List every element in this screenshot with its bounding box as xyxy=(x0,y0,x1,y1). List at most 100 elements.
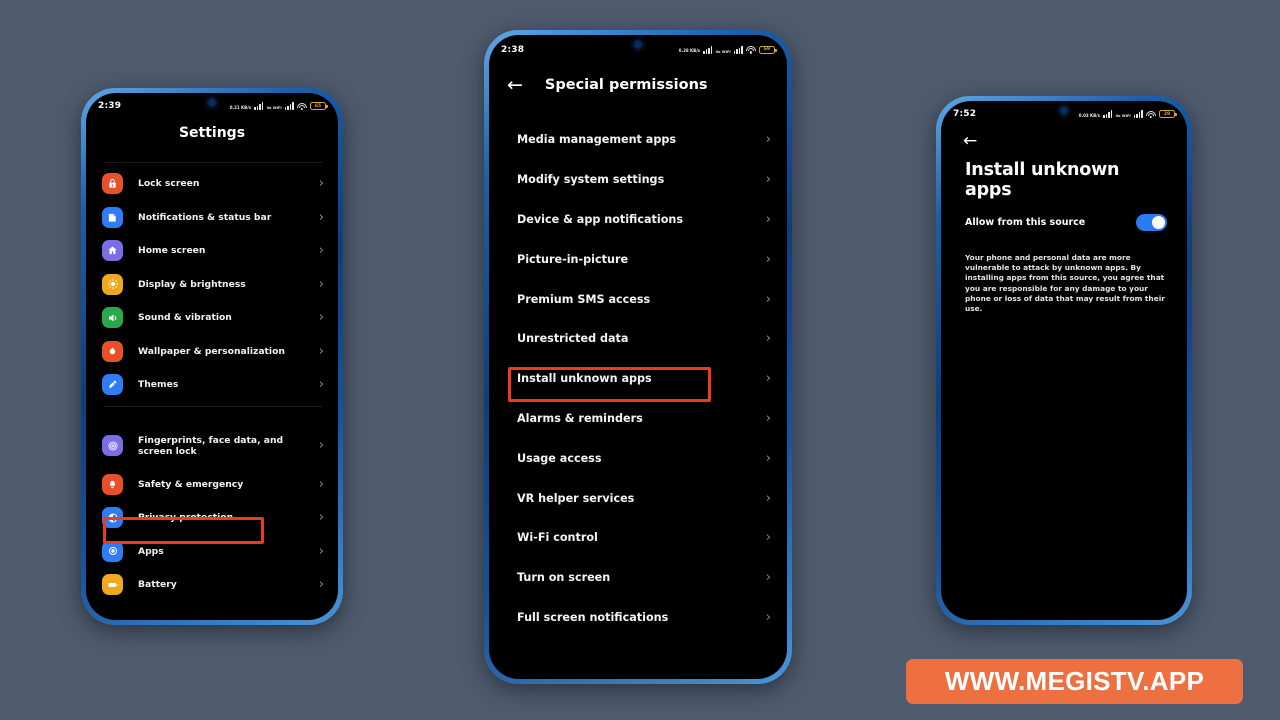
home-icon xyxy=(102,240,123,262)
notifications-icon xyxy=(102,206,123,228)
chevron-right-icon: › xyxy=(318,343,324,359)
battery-settings-icon xyxy=(102,574,123,596)
battery-icon: 69 xyxy=(759,45,777,54)
list-item[interactable]: VR helper services › xyxy=(517,478,771,518)
list-item[interactable]: Picture-in-picture › xyxy=(517,239,771,279)
settings-list-group-1: Lock screen › Notifications & status bar… xyxy=(86,162,338,602)
list-item[interactable]: Alarms & reminders › xyxy=(517,399,771,439)
list-item[interactable]: Full screen notifications › xyxy=(517,598,771,638)
chevron-right-icon: › xyxy=(765,450,771,466)
status-clock: 7:52 xyxy=(953,109,977,119)
chevron-right-icon: › xyxy=(318,176,324,192)
chevron-right-icon: › xyxy=(765,172,771,188)
list-item-label: Display & brightness xyxy=(138,278,246,290)
chevron-right-icon: › xyxy=(765,490,771,506)
list-item[interactable]: Modify system settings › xyxy=(517,160,771,200)
signal-bars-2-icon xyxy=(1133,110,1143,118)
lock-icon xyxy=(102,173,123,195)
list-item[interactable]: Wallpaper & personalization › xyxy=(102,335,324,369)
list-item-label: Picture-in-picture xyxy=(517,252,629,266)
chevron-right-icon: › xyxy=(765,570,771,586)
fingerprint-icon xyxy=(102,435,123,456)
list-item[interactable]: Themes › xyxy=(102,368,324,402)
chevron-right-icon: › xyxy=(318,377,324,393)
phone-install-unknown-apps: 7:52 0.03 KB/s Vo WiFi 29 ← Install unkn… xyxy=(936,96,1192,625)
list-item[interactable]: Sound & vibration › xyxy=(102,301,324,335)
list-item-label: Apps xyxy=(138,545,164,557)
list-item-label: VR helper services xyxy=(517,491,635,505)
list-item-label: Media management apps xyxy=(517,133,677,147)
chevron-right-icon: › xyxy=(765,331,771,347)
list-item[interactable]: Home screen › xyxy=(102,234,324,268)
chevron-right-icon: › xyxy=(318,276,324,292)
chevron-right-icon: › xyxy=(318,476,324,492)
list-item[interactable]: Battery › xyxy=(102,568,324,602)
chevron-right-icon: › xyxy=(765,371,771,387)
app-bar: ← Special permissions xyxy=(489,65,787,105)
list-item-label: Fingerprints, face data, and screen lock xyxy=(138,434,284,457)
phone2-screen: 2:38 0.28 KB/s Vo WiFi 69 ← Special perm… xyxy=(489,35,787,679)
list-item-privacy-protection[interactable]: Privacy protection › xyxy=(102,501,324,535)
allow-from-this-source-toggle[interactable] xyxy=(1136,214,1167,231)
list-item[interactable]: Display & brightness › xyxy=(102,268,324,302)
phone3-screen: 7:52 0.03 KB/s Vo WiFi 29 ← Install unkn… xyxy=(941,101,1187,620)
wifi-icon xyxy=(297,102,307,110)
chevron-right-icon: › xyxy=(765,609,771,625)
signal-bars-icon xyxy=(254,102,264,110)
list-item-label: Notifications & status bar xyxy=(138,211,272,223)
list-item[interactable]: Turn on screen › xyxy=(517,558,771,598)
allow-from-this-source-row[interactable]: Allow from this source xyxy=(941,200,1187,231)
list-item[interactable]: Lock screen › xyxy=(102,167,324,201)
list-item[interactable]: Unrestricted data › xyxy=(517,319,771,359)
list-item[interactable]: Usage access › xyxy=(517,438,771,478)
status-icon-group: 0.28 KB/s Vo WiFi 69 xyxy=(678,45,777,54)
list-item[interactable]: Device & app notifications › xyxy=(517,200,771,240)
battery-icon: 29 xyxy=(1159,110,1177,118)
list-item[interactable]: Media management apps › xyxy=(517,120,771,160)
back-arrow-icon[interactable]: ← xyxy=(507,75,523,95)
status-icon-group: 0.21 KB/s Vo WiFi 65 xyxy=(229,102,328,110)
page-title: Settings xyxy=(178,125,246,141)
chevron-right-icon: › xyxy=(765,251,771,267)
list-item[interactable]: Apps › xyxy=(102,535,324,569)
list-item[interactable]: Premium SMS access › xyxy=(517,279,771,319)
back-arrow-icon[interactable]: ← xyxy=(941,123,1187,150)
list-item[interactable]: Wi-Fi control › xyxy=(517,518,771,558)
allow-from-this-source-label: Allow from this source xyxy=(965,217,1086,228)
status-clock: 2:39 xyxy=(98,101,122,111)
themes-icon xyxy=(102,374,123,396)
list-item-label: Sound & vibration xyxy=(138,312,232,324)
signal-bars-2-icon xyxy=(284,102,294,110)
list-item[interactable]: Safety & emergency › xyxy=(102,468,324,502)
chevron-right-icon: › xyxy=(318,438,324,453)
data-rate-label: 0.03 KB/s xyxy=(1078,112,1101,118)
privacy-icon xyxy=(102,507,123,529)
signal-bars-icon xyxy=(703,45,713,54)
list-item-label: Privacy protection xyxy=(138,512,234,524)
status-icon-group: 0.03 KB/s Vo WiFi 29 xyxy=(1078,110,1177,118)
phone-special-permissions: 2:38 0.28 KB/s Vo WiFi 69 ← Special perm… xyxy=(484,30,792,684)
list-item-label: Modify system settings xyxy=(517,173,665,187)
list-item[interactable]: Fingerprints, face data, and screen lock… xyxy=(102,424,324,468)
list-item-label: Battery xyxy=(138,579,177,591)
battery-level: 29 xyxy=(1163,111,1171,117)
chevron-right-icon: › xyxy=(318,209,324,225)
list-divider xyxy=(104,162,322,163)
list-item-install-unknown-apps[interactable]: Install unknown apps › xyxy=(517,359,771,399)
apps-icon xyxy=(102,540,123,562)
list-item-label: Device & app notifications xyxy=(517,212,684,226)
list-item-label: Turn on screen xyxy=(517,571,611,585)
list-item-label: Wi-Fi control xyxy=(517,531,598,545)
front-camera-icon xyxy=(634,41,642,48)
list-item-label: Unrestricted data xyxy=(517,332,629,346)
phone1-screen: 2:39 0.21 KB/s Vo WiFi 65 Settings Lock … xyxy=(86,93,338,620)
wifi-icon xyxy=(1146,110,1156,118)
front-camera-icon xyxy=(208,99,216,106)
list-item[interactable]: Notifications & status bar › xyxy=(102,201,324,235)
battery-level: 69 xyxy=(763,47,771,52)
data-rate-label: 0.21 KB/s xyxy=(229,104,252,110)
volte-label: Vo WiFi xyxy=(1115,114,1131,118)
data-rate-label: 0.28 KB/s xyxy=(678,48,701,53)
list-item-label: Install unknown apps xyxy=(517,372,652,386)
warning-text: Your phone and personal data are more vu… xyxy=(965,253,1165,314)
